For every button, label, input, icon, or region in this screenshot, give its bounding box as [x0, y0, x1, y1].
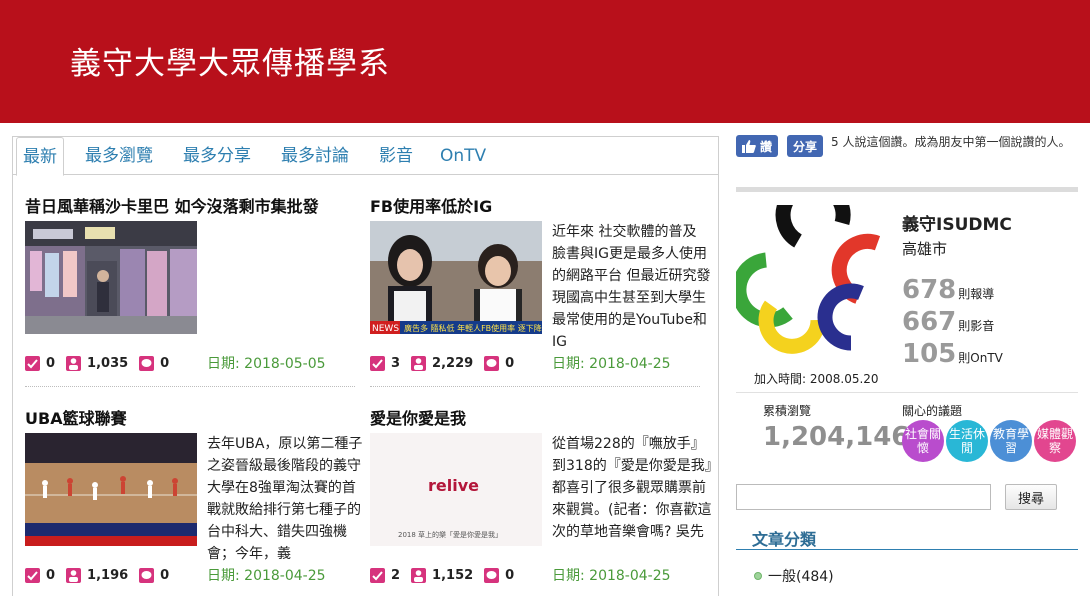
- article-title[interactable]: 昔日風華稱沙卡里巴 如今沒落剩市集批發: [25, 193, 319, 217]
- bullet-icon: [754, 572, 762, 580]
- join-date: 加入時間: 2008.05.20: [754, 372, 879, 386]
- comment-icon: [484, 355, 500, 371]
- view-count: 2,229: [411, 355, 473, 371]
- topic-education[interactable]: 教育學習: [990, 420, 1032, 462]
- views-number: 1,204,146: [763, 422, 910, 452]
- check-icon: [25, 355, 40, 371]
- topic-life-leisure[interactable]: 生活休閒: [946, 420, 988, 462]
- comment-icon: [139, 567, 155, 583]
- comment-count[interactable]: 0: [484, 355, 514, 371]
- svg-text:2018 草上的樂「愛是你愛是我」: 2018 草上的樂「愛是你愛是我」: [398, 530, 502, 539]
- sidebar: 讚 分享 5 人說這個讚。成為朋友中第一個說讚的人。 義守ISUDMC 高雄市 …: [731, 0, 1090, 588]
- site-title[interactable]: 義守大學大眾傳播學系: [70, 38, 390, 83]
- video-count: 667 則影音: [902, 307, 995, 337]
- tab-most-discussed[interactable]: 最多討論: [281, 137, 349, 175]
- svg-text:NEWS: NEWS: [372, 324, 399, 334]
- topic-social-care[interactable]: 社會關懷: [902, 420, 944, 462]
- check-icon: [370, 355, 385, 371]
- like-count[interactable]: 3: [370, 355, 400, 371]
- view-count: 1,152: [411, 567, 473, 583]
- divider: [736, 549, 1078, 550]
- isudmc-logo-icon[interactable]: [731, 177, 891, 365]
- search-button[interactable]: 搜尋: [1005, 484, 1057, 510]
- tab-ontv[interactable]: OnTV: [440, 137, 486, 175]
- org-city: 高雄市: [902, 240, 948, 258]
- topics-label: 關心的議題: [902, 404, 963, 418]
- article-date: 日期: 2018-05-05: [207, 356, 326, 372]
- comment-count[interactable]: 0: [484, 567, 514, 583]
- like-count[interactable]: 0: [25, 567, 55, 583]
- article-title[interactable]: FB使用率低於IG: [370, 193, 492, 217]
- person-icon: [66, 567, 82, 583]
- article-stats: 0 1,196 0: [25, 565, 180, 585]
- divider: [736, 392, 1078, 393]
- topic-media-watch[interactable]: 媒體觀察: [1034, 420, 1076, 462]
- article-card: 昔日風華稱沙卡里巴 如今沒落剩市集批發 0 1,035 0 日期: 2018-0…: [25, 193, 365, 373]
- divider: [736, 187, 1078, 192]
- article-summary: 從首場228的『嘸放手』到318的『愛是你愛是我』都喜引了很多觀眾購票前來觀賞。…: [552, 436, 712, 540]
- article-summary: 近年來 社交軟體的普及 臉書與IG更是最多人使用的網路平台 但最近研究發現國高中…: [552, 224, 711, 350]
- check-icon: [370, 567, 385, 583]
- svg-text:廣告多 隨私低 年輕人FB使用率 逐下降: 廣告多 隨私低 年輕人FB使用率 逐下降: [404, 323, 542, 333]
- article-summary: 去年UBA，原以第二種子之姿晉級最後階段的義守大學在8強單淘汰賽的首戰就敗給排行…: [207, 436, 363, 562]
- article-card: UBA籃球聯賽 去年UBA，原以第二種子之姿晉級最後階段的義守大學在8強單淘汰賽…: [25, 405, 365, 585]
- check-icon: [25, 567, 40, 583]
- article-thumbnail[interactable]: [25, 221, 197, 334]
- comment-count[interactable]: 0: [139, 355, 169, 371]
- comment-icon: [484, 567, 500, 583]
- tab-bar: 最新 最多瀏覽 最多分享 最多討論 影音 OnTV: [13, 137, 718, 176]
- article-thumbnail[interactable]: relive 2018 草上的樂「愛是你愛是我」: [370, 433, 542, 546]
- article-date: 日期: 2018-04-25: [207, 568, 326, 584]
- main-panel: 最新 最多瀏覽 最多分享 最多討論 影音 OnTV 昔日風華稱沙卡里巴 如今沒落…: [12, 136, 719, 596]
- report-count: 678 則報導: [902, 275, 995, 305]
- article-thumbnail[interactable]: NEWS 廣告多 隨私低 年輕人FB使用率 逐下降: [370, 221, 542, 334]
- tab-latest[interactable]: 最新: [16, 137, 64, 176]
- like-count[interactable]: 2: [370, 567, 400, 583]
- comment-icon: [139, 355, 155, 371]
- comment-count[interactable]: 0: [139, 567, 169, 583]
- article-card: 愛是你愛是我 relive 2018 草上的樂「愛是你愛是我」 從首場228的『…: [370, 405, 712, 585]
- article-title[interactable]: UBA籃球聯賽: [25, 405, 127, 429]
- fb-like-text: 5 人說這個讚。成為朋友中第一個說讚的人。: [831, 135, 1071, 149]
- views-label: 累積瀏覽: [763, 404, 812, 418]
- category-item[interactable]: 一般(484): [754, 566, 834, 586]
- view-count: 1,035: [66, 355, 128, 371]
- category-heading: 文章分類: [752, 530, 817, 549]
- article-card: FB使用率低於IG NEWS 廣告多 隨私低 年輕人FB使用率 逐下降 近年來: [370, 193, 710, 373]
- article-stats: 2 1,152 0: [370, 565, 525, 585]
- person-icon: [411, 355, 427, 371]
- article-date: 日期: 2018-04-25: [552, 568, 671, 584]
- article-title[interactable]: 愛是你愛是我: [370, 405, 466, 429]
- view-count: 1,196: [66, 567, 128, 583]
- fb-share-button[interactable]: 分享: [787, 135, 824, 157]
- thumbs-up-icon: [742, 139, 756, 153]
- divider: [25, 386, 355, 387]
- org-name[interactable]: 義守ISUDMC: [902, 210, 1012, 235]
- article-thumbnail[interactable]: [25, 433, 197, 546]
- search-input[interactable]: [736, 484, 991, 510]
- tab-video[interactable]: 影音: [379, 137, 413, 175]
- ontv-count: 105 則OnTV: [902, 339, 1003, 369]
- article-stats: 3 2,229 0: [370, 353, 525, 373]
- article-stats: 0 1,035 0: [25, 353, 180, 373]
- tab-most-viewed[interactable]: 最多瀏覽: [85, 137, 153, 175]
- person-icon: [66, 355, 82, 371]
- divider: [370, 386, 700, 387]
- like-count[interactable]: 0: [25, 355, 55, 371]
- tab-most-shared[interactable]: 最多分享: [183, 137, 251, 175]
- svg-text:relive: relive: [428, 476, 479, 495]
- article-date: 日期: 2018-04-25: [552, 356, 671, 372]
- fb-like-button[interactable]: 讚: [736, 135, 779, 157]
- person-icon: [411, 567, 427, 583]
